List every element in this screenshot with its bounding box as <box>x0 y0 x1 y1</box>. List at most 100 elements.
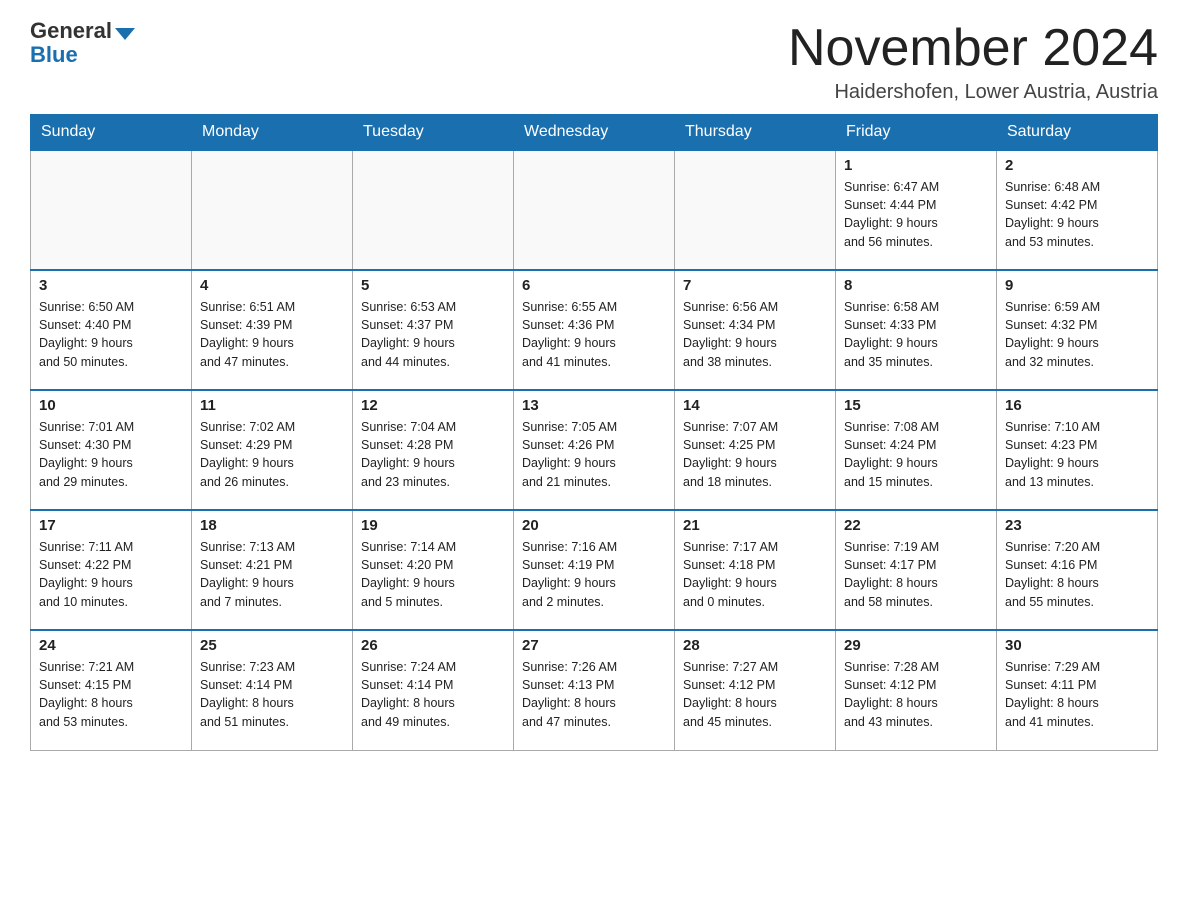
calendar-cell: 15 Sunrise: 7:08 AM Sunset: 4:24 PM Dayli… <box>836 390 997 510</box>
calendar-cell: 12 Sunrise: 7:04 AM Sunset: 4:28 PM Dayli… <box>353 390 514 510</box>
header-wednesday: Wednesday <box>514 115 675 151</box>
day-number: 16 <box>1005 397 1149 414</box>
calendar-cell <box>675 150 836 270</box>
day-number: 8 <box>844 277 988 294</box>
day-info: Sunrise: 6:58 AM Sunset: 4:33 PM Dayligh… <box>844 298 988 371</box>
day-info: Sunrise: 7:29 AM Sunset: 4:11 PM Dayligh… <box>1005 658 1149 731</box>
day-number: 19 <box>361 517 505 534</box>
day-info: Sunrise: 7:14 AM Sunset: 4:20 PM Dayligh… <box>361 538 505 611</box>
day-number: 14 <box>683 397 827 414</box>
day-info: Sunrise: 6:50 AM Sunset: 4:40 PM Dayligh… <box>39 298 183 371</box>
day-info: Sunrise: 7:23 AM Sunset: 4:14 PM Dayligh… <box>200 658 344 731</box>
calendar-cell: 17 Sunrise: 7:11 AM Sunset: 4:22 PM Dayli… <box>31 510 192 630</box>
logo: General Blue <box>30 20 135 68</box>
day-info: Sunrise: 6:51 AM Sunset: 4:39 PM Dayligh… <box>200 298 344 371</box>
day-number: 23 <box>1005 517 1149 534</box>
day-info: Sunrise: 7:27 AM Sunset: 4:12 PM Dayligh… <box>683 658 827 731</box>
day-number: 10 <box>39 397 183 414</box>
logo-blue: Blue <box>30 42 78 67</box>
day-info: Sunrise: 7:24 AM Sunset: 4:14 PM Dayligh… <box>361 658 505 731</box>
day-info: Sunrise: 7:28 AM Sunset: 4:12 PM Dayligh… <box>844 658 988 731</box>
calendar-cell: 19 Sunrise: 7:14 AM Sunset: 4:20 PM Dayli… <box>353 510 514 630</box>
day-info: Sunrise: 7:08 AM Sunset: 4:24 PM Dayligh… <box>844 418 988 491</box>
day-number: 6 <box>522 277 666 294</box>
calendar-cell: 9Sunrise: 6:59 AM Sunset: 4:32 PM Daylig… <box>997 270 1158 390</box>
header-monday: Monday <box>192 115 353 151</box>
calendar-cell: 21 Sunrise: 7:17 AM Sunset: 4:18 PM Dayli… <box>675 510 836 630</box>
header-thursday: Thursday <box>675 115 836 151</box>
header-tuesday: Tuesday <box>353 115 514 151</box>
calendar-cell: 30 Sunrise: 7:29 AM Sunset: 4:11 PM Dayli… <box>997 630 1158 750</box>
calendar-cell <box>514 150 675 270</box>
calendar-cell: 6 Sunrise: 6:55 AM Sunset: 4:36 PM Daylig… <box>514 270 675 390</box>
day-info: Sunrise: 7:13 AM Sunset: 4:21 PM Dayligh… <box>200 538 344 611</box>
day-number: 7 <box>683 277 827 294</box>
day-info: Sunrise: 7:19 AM Sunset: 4:17 PM Dayligh… <box>844 538 988 611</box>
day-number: 13 <box>522 397 666 414</box>
calendar-week-row: 3 Sunrise: 6:50 AM Sunset: 4:40 PM Daylig… <box>31 270 1158 390</box>
header-friday: Friday <box>836 115 997 151</box>
day-number: 12 <box>361 397 505 414</box>
calendar-cell <box>192 150 353 270</box>
day-info: Sunrise: 7:21 AM Sunset: 4:15 PM Dayligh… <box>39 658 183 731</box>
day-number: 15 <box>844 397 988 414</box>
day-number: 17 <box>39 517 183 534</box>
calendar-cell: 8 Sunrise: 6:58 AM Sunset: 4:33 PM Daylig… <box>836 270 997 390</box>
day-info: Sunrise: 7:20 AM Sunset: 4:16 PM Dayligh… <box>1005 538 1149 611</box>
header-saturday: Saturday <box>997 115 1158 151</box>
day-number: 18 <box>200 517 344 534</box>
calendar-cell: 14 Sunrise: 7:07 AM Sunset: 4:25 PM Dayli… <box>675 390 836 510</box>
day-number: 24 <box>39 637 183 654</box>
day-info: Sunrise: 7:05 AM Sunset: 4:26 PM Dayligh… <box>522 418 666 491</box>
calendar-cell: 11Sunrise: 7:02 AM Sunset: 4:29 PM Dayli… <box>192 390 353 510</box>
day-number: 11 <box>200 397 344 414</box>
day-number: 5 <box>361 277 505 294</box>
calendar-cell: 7 Sunrise: 6:56 AM Sunset: 4:34 PM Daylig… <box>675 270 836 390</box>
day-info: Sunrise: 6:48 AM Sunset: 4:42 PM Dayligh… <box>1005 178 1149 251</box>
weekday-header-row: Sunday Monday Tuesday Wednesday Thursday… <box>31 115 1158 151</box>
calendar-cell: 23 Sunrise: 7:20 AM Sunset: 4:16 PM Dayli… <box>997 510 1158 630</box>
day-number: 29 <box>844 637 988 654</box>
calendar-week-row: 17 Sunrise: 7:11 AM Sunset: 4:22 PM Dayli… <box>31 510 1158 630</box>
calendar-cell: 18 Sunrise: 7:13 AM Sunset: 4:21 PM Dayli… <box>192 510 353 630</box>
calendar-cell: 3 Sunrise: 6:50 AM Sunset: 4:40 PM Daylig… <box>31 270 192 390</box>
day-info: Sunrise: 7:01 AM Sunset: 4:30 PM Dayligh… <box>39 418 183 491</box>
calendar-cell: 1Sunrise: 6:47 AM Sunset: 4:44 PM Daylig… <box>836 150 997 270</box>
day-info: Sunrise: 6:56 AM Sunset: 4:34 PM Dayligh… <box>683 298 827 371</box>
day-number: 9 <box>1005 277 1149 294</box>
day-number: 28 <box>683 637 827 654</box>
calendar-cell <box>31 150 192 270</box>
calendar-week-row: 10 Sunrise: 7:01 AM Sunset: 4:30 PM Dayli… <box>31 390 1158 510</box>
calendar-table: Sunday Monday Tuesday Wednesday Thursday… <box>30 114 1158 751</box>
day-info: Sunrise: 7:26 AM Sunset: 4:13 PM Dayligh… <box>522 658 666 731</box>
calendar-cell: 26Sunrise: 7:24 AM Sunset: 4:14 PM Dayli… <box>353 630 514 750</box>
day-number: 21 <box>683 517 827 534</box>
day-info: Sunrise: 6:53 AM Sunset: 4:37 PM Dayligh… <box>361 298 505 371</box>
day-info: Sunrise: 6:55 AM Sunset: 4:36 PM Dayligh… <box>522 298 666 371</box>
calendar-cell: 28 Sunrise: 7:27 AM Sunset: 4:12 PM Dayli… <box>675 630 836 750</box>
calendar-cell: 13 Sunrise: 7:05 AM Sunset: 4:26 PM Dayli… <box>514 390 675 510</box>
logo-triangle-icon <box>115 28 135 40</box>
day-number: 30 <box>1005 637 1149 654</box>
calendar-cell: 4 Sunrise: 6:51 AM Sunset: 4:39 PM Daylig… <box>192 270 353 390</box>
logo-general: General <box>30 20 112 42</box>
day-info: Sunrise: 7:17 AM Sunset: 4:18 PM Dayligh… <box>683 538 827 611</box>
day-info: Sunrise: 7:11 AM Sunset: 4:22 PM Dayligh… <box>39 538 183 611</box>
calendar-cell: 22 Sunrise: 7:19 AM Sunset: 4:17 PM Dayli… <box>836 510 997 630</box>
day-number: 4 <box>200 277 344 294</box>
calendar-week-row: 24 Sunrise: 7:21 AM Sunset: 4:15 PM Dayli… <box>31 630 1158 750</box>
day-info: Sunrise: 7:16 AM Sunset: 4:19 PM Dayligh… <box>522 538 666 611</box>
calendar-week-row: 1Sunrise: 6:47 AM Sunset: 4:44 PM Daylig… <box>31 150 1158 270</box>
day-number: 22 <box>844 517 988 534</box>
day-info: Sunrise: 7:04 AM Sunset: 4:28 PM Dayligh… <box>361 418 505 491</box>
day-info: Sunrise: 7:07 AM Sunset: 4:25 PM Dayligh… <box>683 418 827 491</box>
day-number: 27 <box>522 637 666 654</box>
calendar-cell: 16Sunrise: 7:10 AM Sunset: 4:23 PM Dayli… <box>997 390 1158 510</box>
day-number: 2 <box>1005 157 1149 174</box>
calendar-cell: 27 Sunrise: 7:26 AM Sunset: 4:13 PM Dayli… <box>514 630 675 750</box>
page-header: General Blue November 2024 Haidershofen,… <box>30 20 1158 104</box>
calendar-cell: 25Sunrise: 7:23 AM Sunset: 4:14 PM Dayli… <box>192 630 353 750</box>
calendar-cell: 2 Sunrise: 6:48 AM Sunset: 4:42 PM Daylig… <box>997 150 1158 270</box>
calendar-cell: 29 Sunrise: 7:28 AM Sunset: 4:12 PM Dayli… <box>836 630 997 750</box>
day-number: 3 <box>39 277 183 294</box>
